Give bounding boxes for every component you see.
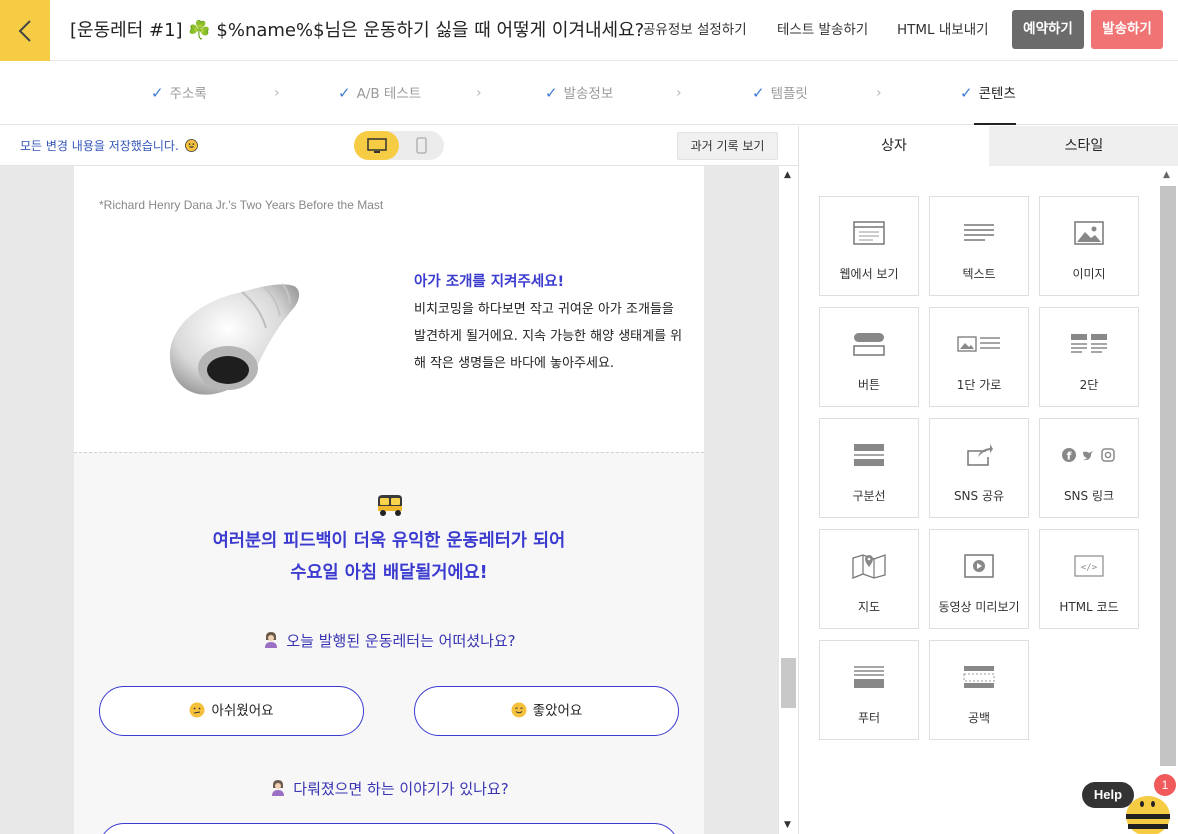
step-address-book[interactable]: ✓ 주소록	[151, 61, 207, 125]
block-sns-link[interactable]: f SNS 링크	[1039, 418, 1139, 518]
canvas-scrollbar[interactable]: ▲ ▼	[778, 166, 798, 834]
email-preview: *Richard Henry Dana Jr.'s Two Years Befo…	[74, 166, 704, 834]
step-ab-test[interactable]: ✓ A/B 테스트	[338, 61, 421, 125]
quote-caption: *Richard Henry Dana Jr.'s Two Years Befo…	[99, 198, 384, 212]
block-web-view[interactable]: 웹에서 보기	[819, 196, 919, 296]
answer-disappointed-button[interactable]: 아쉬웠어요	[99, 686, 364, 736]
block-spacer[interactable]: 공백	[929, 640, 1029, 740]
help-widget[interactable]: Help 1	[1082, 774, 1178, 834]
feedback-heading: 여러분의 피드백이 더욱 유익한 운동레터가 되어 수요일 아침 배달될거에요!	[212, 531, 566, 583]
reserve-button[interactable]: 예약하기	[1012, 10, 1084, 49]
answer-good-button[interactable]: 좋았어요	[414, 686, 679, 736]
image-text-row-icon	[957, 336, 1000, 352]
block-divider[interactable]: 구분선	[819, 418, 919, 518]
share-icon	[967, 444, 993, 466]
scroll-thumb[interactable]	[781, 658, 796, 708]
notification-badge: 1	[1154, 774, 1176, 796]
block-map[interactable]: 지도	[819, 529, 919, 629]
newsletter-title: [운동레터 #1] ☘️ $%name%$님은 운동하기 싫을 때 어떻게 이겨…	[70, 20, 645, 41]
scroll-down-icon[interactable]: ▼	[784, 820, 791, 830]
chevron-right-icon: ›	[476, 85, 482, 101]
divider-icon	[854, 444, 884, 466]
block-one-column-row[interactable]: 1단 가로	[929, 307, 1029, 407]
html-export-link[interactable]: HTML 내보내기	[897, 0, 989, 61]
thinking-emoji-icon	[189, 702, 205, 718]
two-column-icon	[1071, 334, 1107, 353]
smile-emoji-icon	[184, 139, 198, 152]
question-2: 다뤄졌으면 하는 이야기가 있나요?	[74, 778, 704, 799]
svg-text:f: f	[1067, 450, 1072, 463]
answer-input-button[interactable]	[99, 823, 679, 834]
back-button[interactable]	[0, 0, 50, 61]
block-video-preview[interactable]: 동영상 미리보기	[929, 529, 1029, 629]
phone-icon	[416, 137, 427, 154]
seashell-image[interactable]	[164, 276, 309, 401]
map-icon	[852, 554, 886, 579]
step-template[interactable]: ✓ 템플릿	[752, 61, 808, 125]
test-send-link[interactable]: 테스트 발송하기	[777, 0, 868, 61]
tab-blocks[interactable]: 상자	[799, 126, 989, 166]
monitor-icon	[366, 137, 387, 153]
panel-scrollbar[interactable]: ▲	[1159, 166, 1177, 834]
person-tipping-hand-emoji-icon	[265, 632, 278, 648]
video-icon	[964, 554, 994, 578]
device-toggle	[354, 131, 444, 160]
question-1: 오늘 발행된 운동레터는 어떠셨나요?	[74, 630, 704, 651]
block-button[interactable]: 버튼	[819, 307, 919, 407]
text-lines-icon	[964, 224, 994, 241]
block-two-column[interactable]: 2단	[1039, 307, 1139, 407]
block-image[interactable]: 이미지	[1039, 196, 1139, 296]
feedback-section: 여러분의 피드백이 더욱 유익한 운동레터가 되어 수요일 아침 배달될거에요!…	[74, 452, 704, 834]
svg-text:</>: </>	[1081, 563, 1098, 573]
step-send-info[interactable]: ✓ 발송정보	[545, 61, 613, 125]
social-links-icon: f	[1062, 448, 1115, 463]
blocks-panel: 상자 스타일 웹에서 보기 텍스트 이미지 버튼 1단 가로 2단 구분선 SN…	[798, 126, 1178, 834]
check-icon: ✓	[151, 84, 164, 102]
auto-rickshaw-emoji-icon	[378, 495, 402, 516]
browser-icon	[853, 221, 885, 245]
block-text[interactable]: 텍스트	[929, 196, 1029, 296]
image-icon	[1074, 221, 1104, 245]
check-icon: ✓	[338, 84, 351, 102]
desktop-view-button[interactable]	[354, 131, 399, 160]
panel-scroll-thumb[interactable]	[1160, 186, 1176, 766]
share-settings-link[interactable]: 공유정보 설정하기	[643, 0, 747, 61]
shell-heading: 아가 조개를 지켜주세요!	[414, 274, 565, 290]
email-canvas[interactable]: *Richard Henry Dana Jr.'s Two Years Befo…	[0, 166, 778, 834]
person-tipping-hand-emoji-icon	[272, 780, 285, 796]
shell-paragraph: 비치코밍을 하다보면 작고 귀여운 아가 조개들을 발견하게 될거에요. 지속 …	[414, 302, 683, 371]
step-contents[interactable]: ✓ 콘텐츠	[960, 61, 1016, 125]
scroll-up-icon[interactable]: ▲	[1163, 170, 1170, 180]
block-html-code[interactable]: </> HTML 코드	[1039, 529, 1139, 629]
tab-style[interactable]: 스타일	[989, 126, 1178, 166]
footer-icon	[854, 666, 884, 688]
chevron-right-icon: ›	[274, 85, 280, 101]
send-button[interactable]: 발송하기	[1091, 10, 1163, 49]
block-footer[interactable]: 푸터	[819, 640, 919, 740]
step-navigation: ✓ 주소록 › ✓ A/B 테스트 › ✓ 발송정보 › ✓ 템플릿 › ✓ 콘텐츠	[0, 61, 1178, 125]
chevron-right-icon: ›	[676, 85, 682, 101]
check-icon: ✓	[545, 84, 558, 102]
top-header: [운동레터 #1] ☘️ $%name%$님은 운동하기 싫을 때 어떻게 이겨…	[0, 0, 1178, 61]
check-icon: ✓	[752, 84, 765, 102]
editor-toolbar: 모든 변경 내용을 저장했습니다. 과거 기록 보기	[0, 126, 798, 166]
scroll-up-icon[interactable]: ▲	[784, 170, 791, 180]
button-icon	[853, 333, 885, 356]
save-status: 모든 변경 내용을 저장했습니다.	[20, 126, 198, 166]
hugging-emoji-icon	[511, 702, 527, 718]
chevron-right-icon: ›	[876, 85, 882, 101]
spacer-icon	[963, 666, 995, 688]
chevron-left-icon	[18, 19, 31, 42]
history-button[interactable]: 과거 기록 보기	[677, 132, 778, 160]
block-sns-share[interactable]: SNS 공유	[929, 418, 1029, 518]
check-icon: ✓	[960, 84, 973, 102]
mobile-view-button[interactable]	[399, 131, 444, 160]
code-icon: </>	[1074, 555, 1104, 577]
